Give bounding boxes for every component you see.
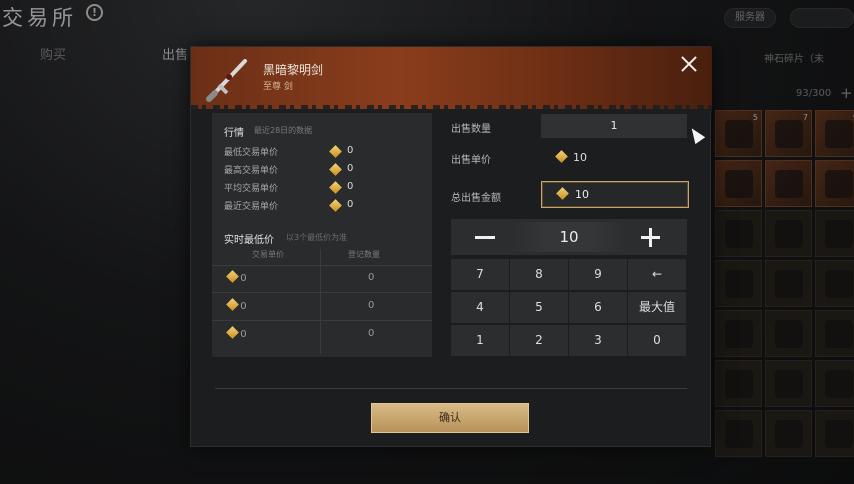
minus-icon[interactable]	[475, 236, 495, 239]
sword-icon	[206, 59, 247, 102]
table-divider	[212, 320, 432, 321]
key-3[interactable]: 3	[569, 325, 627, 356]
market-subtitle: 最近28日的数据	[254, 126, 313, 135]
footer-divider	[215, 388, 687, 389]
key-7[interactable]: 7	[451, 259, 509, 290]
table-cell: 0	[226, 298, 247, 312]
currency-gem-icon	[329, 199, 342, 212]
currency-gem-icon	[226, 298, 239, 311]
quantity-field[interactable]: 1	[541, 114, 687, 138]
key-5[interactable]: 5	[510, 292, 568, 323]
realtime-title: 实时最低价	[224, 235, 274, 246]
total-amount-field[interactable]: 10	[541, 181, 689, 208]
table-divider	[212, 265, 432, 266]
keypad-display: 10	[511, 222, 627, 252]
price-label: 出售单价	[451, 155, 491, 166]
key-6[interactable]: 6	[569, 292, 627, 323]
table-cell: 0	[368, 328, 375, 339]
currency-gem-icon	[226, 326, 239, 339]
realtime-subtitle: 以3个最低价为准	[286, 233, 348, 242]
market-panel: 行情 最近28日的数据 最低交易单价 0 最高交易单价 0 平均交易单价 0 最…	[212, 113, 432, 357]
sell-dialog: 黑暗黎明剑 至尊 剑 行情 最近28日的数据 最低交易单价 0 最高交易单价 0…	[190, 46, 712, 447]
total-label: 总出售金额	[451, 193, 501, 204]
key-9[interactable]: 9	[569, 259, 627, 290]
table-cell: 0	[368, 272, 375, 283]
close-icon[interactable]	[678, 53, 700, 75]
item-name: 黑暗黎明剑	[263, 63, 324, 77]
market-row: 最低交易单价 0	[224, 145, 354, 158]
key-2[interactable]: 2	[510, 325, 568, 356]
backspace-key[interactable]: ←	[628, 259, 686, 290]
max-value-key[interactable]: 最大值	[628, 292, 686, 323]
currency-gem-icon	[226, 270, 239, 283]
qty-label: 出售数量	[451, 124, 491, 135]
number-keypad: 10 7 8 9 ← 4 5 6 最大值 1 2 3 0	[451, 219, 687, 359]
confirm-button[interactable]: 确认	[371, 403, 529, 433]
item-type: 至尊 剑	[263, 82, 293, 92]
currency-gem-icon	[329, 163, 342, 176]
key-0[interactable]: 0	[628, 325, 686, 356]
market-row: 平均交易单价 0	[224, 181, 354, 194]
key-4[interactable]: 4	[451, 292, 509, 323]
table-cell: 0	[226, 326, 247, 340]
unit-price: 10	[555, 150, 587, 164]
key-1[interactable]: 1	[451, 325, 509, 356]
plus-icon[interactable]	[641, 228, 660, 247]
market-title: 行情	[224, 128, 244, 139]
market-row: 最高交易单价 0	[224, 163, 354, 176]
col-price-header: 交易单价	[252, 250, 284, 259]
keypad-grid: 7 8 9 ← 4 5 6 最大值 1 2 3 0	[451, 259, 687, 359]
currency-gem-icon	[329, 145, 342, 158]
currency-gem-icon	[555, 150, 568, 163]
currency-gem-icon	[556, 187, 569, 200]
currency-gem-icon	[329, 181, 342, 194]
table-cell: 0	[226, 270, 247, 284]
col-count-header: 登记数量	[348, 250, 380, 259]
market-row: 最近交易单价 0	[224, 199, 354, 212]
table-cell: 0	[368, 300, 375, 311]
table-divider	[212, 292, 432, 293]
keypad-top-bar: 10	[451, 219, 687, 255]
key-8[interactable]: 8	[510, 259, 568, 290]
dialog-header: 黑暗黎明剑 至尊 剑	[191, 47, 712, 113]
